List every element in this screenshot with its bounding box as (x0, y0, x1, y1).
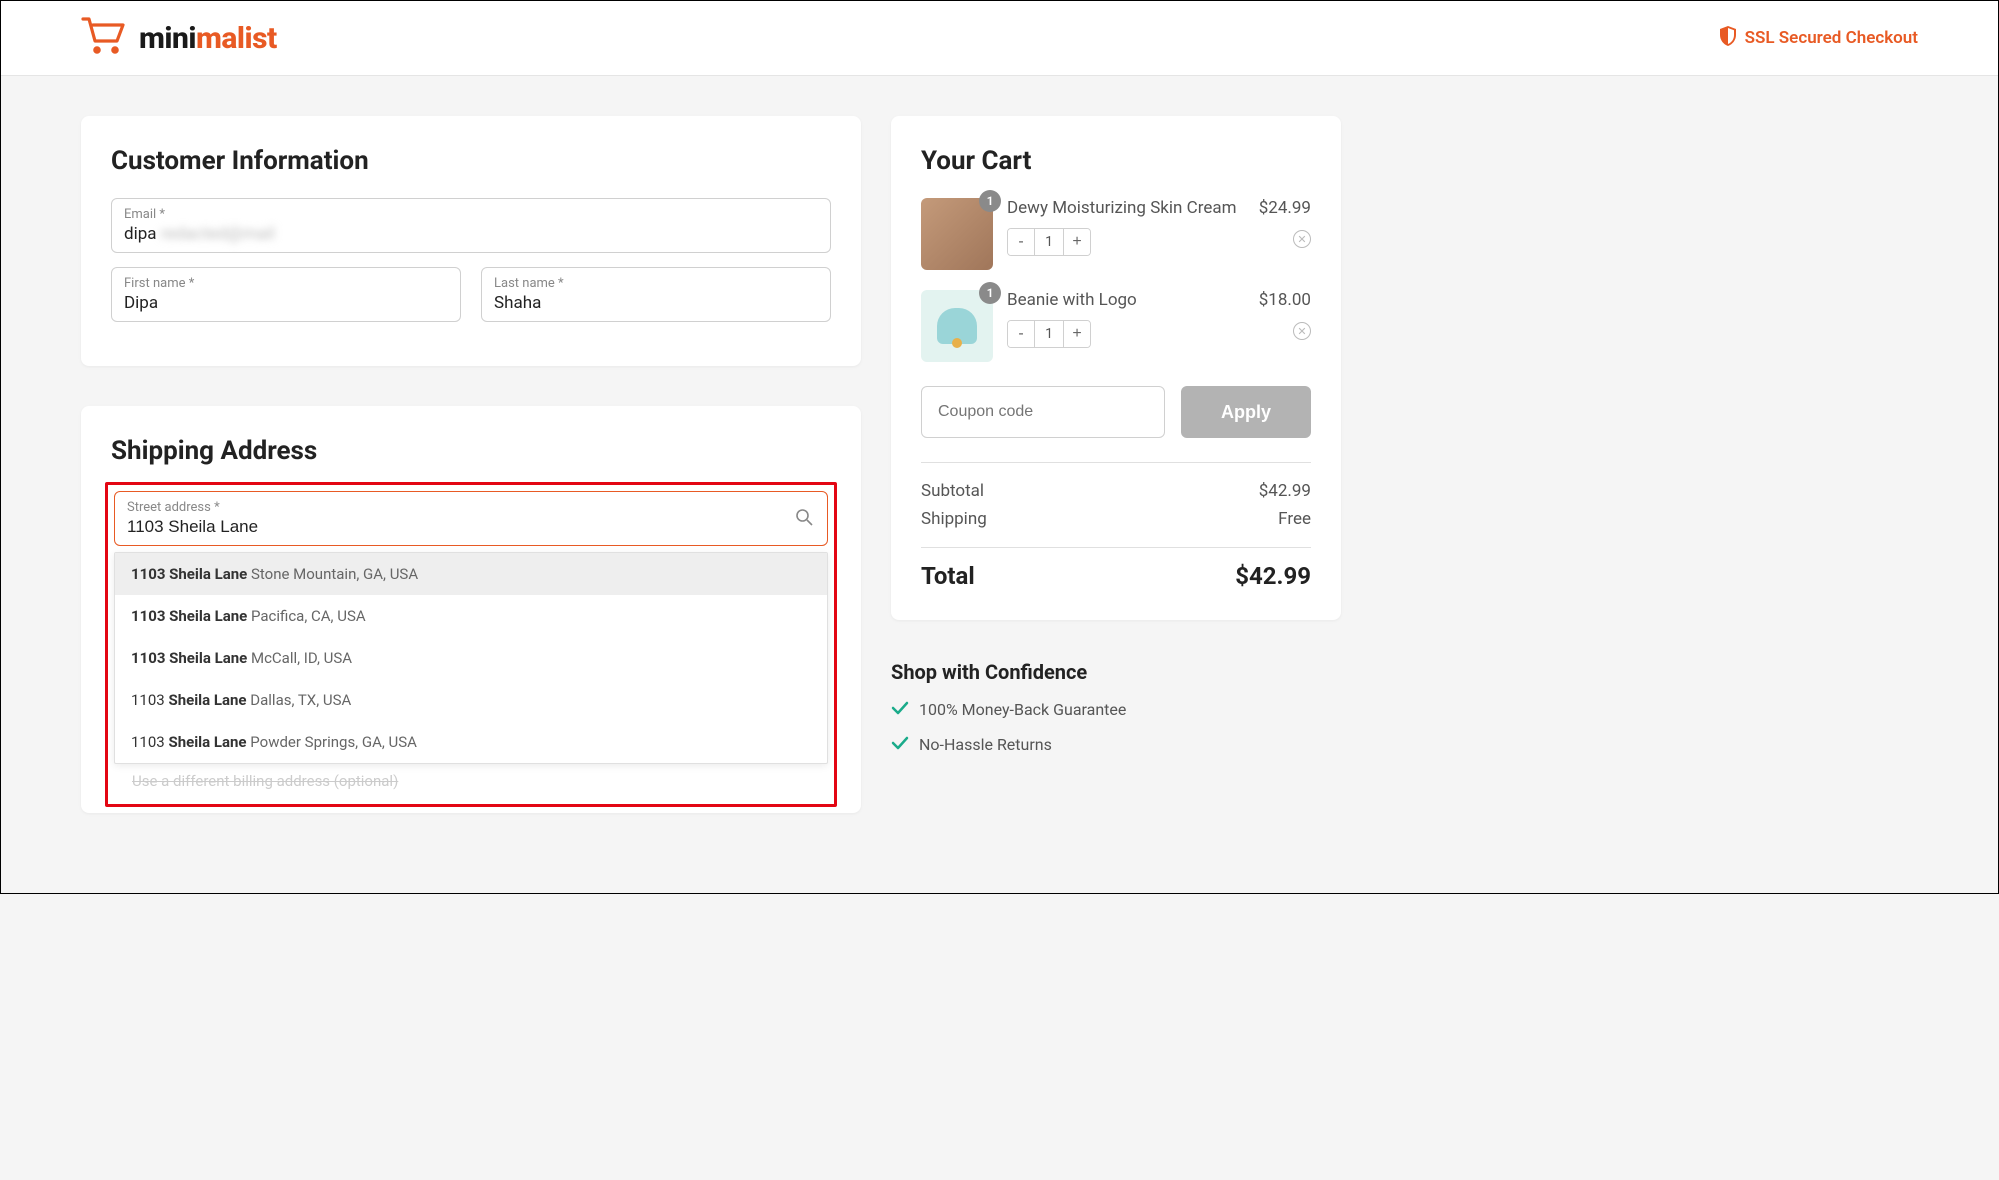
firstname-label: First name * (124, 276, 448, 291)
cart-item: 1 Dewy Moisturizing Skin Cream - 1 + $24… (921, 198, 1311, 270)
total-label: Total (921, 562, 975, 590)
customer-info-heading: Customer Information (111, 146, 831, 176)
qty-increase-button[interactable]: + (1064, 321, 1090, 347)
firstname-field[interactable]: First name * Dipa (111, 267, 461, 322)
street-address-field[interactable]: Street address * (114, 491, 828, 546)
shipping-label: Shipping (921, 509, 987, 529)
cart-card: Your Cart 1 Dewy Moisturizing Skin Cream… (891, 116, 1341, 620)
autocomplete-suggestion[interactable]: 1103 Sheila Lane McCall, ID, USA (115, 637, 827, 679)
shipping-address-card: Shipping Address Street address * 1103 S… (81, 406, 861, 813)
email-label: Email * (124, 207, 818, 222)
customer-info-card: Customer Information Email * dipa redact… (81, 116, 861, 366)
confidence-section: Shop with Confidence 100% Money-Back Gua… (891, 660, 1341, 754)
qty-badge: 1 (979, 282, 1001, 304)
logo[interactable]: minimalist (81, 17, 277, 59)
check-icon (891, 700, 909, 719)
lastname-label: Last name * (494, 276, 818, 291)
confidence-item: 100% Money-Back Guarantee (891, 700, 1341, 719)
shield-icon (1719, 26, 1737, 51)
qty-badge: 1 (979, 190, 1001, 212)
product-name: Dewy Moisturizing Skin Cream (1007, 198, 1245, 218)
qty-increase-button[interactable]: + (1064, 229, 1090, 255)
autocomplete-suggestion[interactable]: 1103 Sheila Lane Pacifica, CA, USA (115, 595, 827, 637)
qty-decrease-button[interactable]: - (1008, 229, 1034, 255)
autocomplete-suggestion[interactable]: 1103 Sheila Lane Stone Mountain, GA, USA (115, 553, 827, 595)
subtotal-value: $42.99 (1259, 481, 1311, 501)
search-icon (795, 508, 813, 530)
remove-item-button[interactable]: ✕ (1293, 322, 1311, 340)
shipping-value: Free (1278, 509, 1311, 529)
qty-value: 1 (1034, 229, 1064, 255)
cart-icon (81, 17, 127, 59)
qty-stepper: - 1 + (1007, 320, 1091, 348)
autocomplete-highlight: Street address * 1103 Sheila Lane Stone … (105, 482, 837, 807)
autocomplete-suggestion[interactable]: 1103 Sheila Lane Powder Springs, GA, USA (115, 721, 827, 763)
billing-address-option: Use a different billing address (optiona… (114, 764, 828, 798)
subtotal-label: Subtotal (921, 481, 984, 501)
coupon-input[interactable] (921, 386, 1165, 438)
email-field[interactable]: Email * dipa redacted@mail (111, 198, 831, 253)
qty-value: 1 (1034, 321, 1064, 347)
remove-item-button[interactable]: ✕ (1293, 230, 1311, 248)
lastname-field[interactable]: Last name * Shaha (481, 267, 831, 322)
logo-text: minimalist (139, 21, 277, 56)
confidence-heading: Shop with Confidence (891, 660, 1341, 684)
cart-item: 1 Beanie with Logo - 1 + $18.00 ✕ (921, 290, 1311, 362)
qty-stepper: - 1 + (1007, 228, 1091, 256)
ssl-secure-badge: SSL Secured Checkout (1719, 26, 1918, 51)
product-thumbnail: 1 (921, 198, 993, 270)
product-price: $18.00 (1259, 290, 1311, 310)
street-label: Street address * (127, 500, 815, 515)
product-name: Beanie with Logo (1007, 290, 1245, 310)
total-value: $42.99 (1235, 562, 1311, 590)
confidence-item: No-Hassle Returns (891, 735, 1341, 754)
product-thumbnail: 1 (921, 290, 993, 362)
street-input[interactable] (127, 517, 815, 537)
address-autocomplete-dropdown: 1103 Sheila Lane Stone Mountain, GA, USA… (114, 552, 828, 764)
check-icon (891, 735, 909, 754)
product-price: $24.99 (1259, 198, 1311, 218)
apply-coupon-button[interactable]: Apply (1181, 386, 1311, 438)
qty-decrease-button[interactable]: - (1008, 321, 1034, 347)
header: minimalist SSL Secured Checkout (1, 1, 1998, 76)
shipping-heading: Shipping Address (111, 436, 831, 466)
cart-heading: Your Cart (921, 146, 1311, 176)
autocomplete-suggestion[interactable]: 1103 Sheila Lane Dallas, TX, USA (115, 679, 827, 721)
